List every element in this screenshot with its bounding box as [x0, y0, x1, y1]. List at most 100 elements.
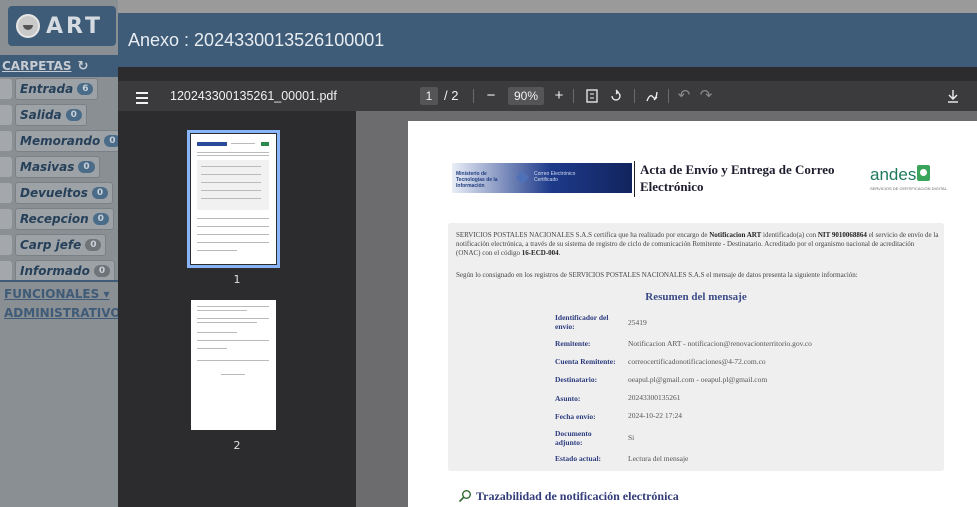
zoom-out-icon[interactable]: − — [484, 81, 498, 111]
folder-memorando[interactable]: Memorando 0 — [0, 128, 118, 154]
folder-tab — [0, 209, 12, 229]
modal-title: Anexo : 2024330013526100001 — [118, 13, 977, 67]
row-label: Destinatario: — [555, 375, 598, 384]
folder-carp-jefe[interactable]: Carp jefe 0 — [0, 232, 118, 258]
menu-icon[interactable] — [136, 81, 148, 111]
andes-logo-text: andes — [870, 165, 917, 184]
folder-label: Devueltos — [20, 186, 88, 200]
fit-page-icon[interactable] — [584, 81, 600, 111]
folder-masivas[interactable]: Masivas 0 — [0, 154, 118, 180]
sidebar-divider — [0, 280, 118, 282]
banner-mid-text: Correo Electrónico Certificado — [534, 171, 576, 183]
folder-tab — [0, 157, 12, 177]
page-thumbnail[interactable] — [191, 300, 276, 430]
annotate-icon[interactable] — [644, 81, 660, 111]
logo-mark-icon — [16, 14, 40, 38]
row-value: Notificacion ART - notificacion@renovaci… — [628, 339, 812, 348]
folder-salida[interactable]: Salida 0 — [0, 102, 118, 128]
intro-end: . — [558, 249, 561, 257]
folder-button[interactable]: Entrada 6 — [15, 78, 99, 100]
folder-recepcion[interactable]: Recepcion 0 — [0, 206, 118, 232]
folder-count-badge: 0 — [85, 239, 102, 251]
pdf-viewer[interactable]: Ministerio de Tecnologías de la Informac… — [356, 111, 977, 507]
folder-tab — [0, 183, 12, 203]
undo-icon[interactable]: ↶ — [676, 81, 692, 111]
folder-tab — [0, 131, 12, 151]
refresh-icon[interactable]: ↻ — [78, 56, 89, 78]
app-logo[interactable]: ART — [8, 6, 116, 46]
carpetas-label: CARPETAS — [2, 59, 72, 73]
intro-company: Notificacion ART — [709, 231, 762, 239]
download-icon[interactable] — [944, 81, 962, 111]
mintic-banner: Ministerio de Tecnologías de la Informac… — [452, 163, 632, 193]
folder-list: Entrada 6 Salida 0 Memorando 0 Masivas 0 — [0, 76, 118, 284]
row-value: Si — [628, 433, 635, 442]
row-value: 2024-10-22 17:24 — [628, 411, 682, 420]
row-value: 20243300135261 — [628, 393, 681, 402]
folder-button[interactable]: Recepcion 0 — [15, 208, 114, 230]
folder-count-badge: 0 — [104, 135, 118, 147]
folder-count-badge: 0 — [65, 109, 82, 121]
menu-funcionales[interactable]: FUNCIONALES ▾ — [4, 287, 109, 301]
menu-funcionales-label: FUNCIONALES — [4, 287, 100, 301]
document-title: Acta de Envío y Entrega de Correo Electr… — [640, 162, 835, 194]
row-value: 25419 — [628, 318, 647, 327]
toolbar-divider — [573, 89, 574, 103]
folder-label: Memorando — [20, 134, 101, 148]
folder-count-badge: 0 — [92, 213, 109, 225]
resumen-title: Resumen del mensaje — [645, 291, 747, 303]
folder-tab — [0, 235, 12, 255]
row-value: correocertificadonotificaciones@4-72.com… — [628, 357, 766, 366]
rotate-icon[interactable] — [608, 81, 624, 111]
summary-box: SERVICIOS POSTALES NACIONALES S.A.S cert… — [448, 223, 944, 471]
row-label: Identificador del envío: — [555, 313, 609, 331]
thumbnail-page-number: 1 — [233, 273, 241, 286]
folder-devueltos[interactable]: Devueltos 0 — [0, 180, 118, 206]
toolbar-divider — [473, 89, 474, 103]
logo-text: ART — [46, 13, 103, 39]
row-value: oeapul.pl@gmail.com - oeapul.pl@gmail.co… — [628, 375, 768, 384]
pdf-toolbar: 120243300135261_00001.pdf 1 / 2 − 90% + … — [118, 81, 977, 111]
folder-label: Salida — [20, 108, 62, 122]
folder-button[interactable]: Devueltos 0 — [15, 182, 114, 204]
folder-tab — [0, 105, 12, 125]
andes-logo: andes — [870, 165, 931, 185]
folder-button[interactable]: Salida 0 — [15, 104, 87, 126]
folder-entrada[interactable]: Entrada 6 — [0, 76, 118, 102]
redo-icon[interactable]: ↷ — [698, 81, 714, 111]
folder-tab — [0, 261, 12, 281]
menu-administrativos-label: ADMINISTRATIVOS — [4, 306, 118, 320]
row-value: Lectura del mensaje — [628, 454, 689, 463]
search-icon — [458, 490, 471, 503]
folder-button[interactable]: Memorando 0 — [15, 130, 118, 152]
menu-administrativos[interactable]: ADMINISTRATIVOS — [4, 306, 118, 320]
pdf-filename: 120243300135261_00001.pdf — [170, 89, 337, 103]
thumbnail-pane: 1 2 — [118, 111, 356, 507]
page-total: / 2 — [444, 88, 459, 103]
attachment-modal: Anexo : 2024330013526100001 120243300135… — [118, 13, 977, 507]
page-thumbnail[interactable] — [187, 130, 280, 268]
folder-label: Informado — [20, 264, 90, 278]
row-label: Estado actual: — [555, 454, 602, 463]
pdf-page: Ministerio de Tecnologías de la Informac… — [408, 121, 977, 507]
folder-label: Entrada — [20, 82, 74, 96]
andes-logo-subtitle: SERVICIOS DE CERTIFICACIÓN DIGITAL — [870, 186, 947, 191]
folder-count-badge: 0 — [91, 187, 109, 199]
row-label: Remitente: — [555, 339, 591, 348]
page-number-input[interactable]: 1 — [420, 87, 438, 105]
row-label: Documento adjunto: — [555, 429, 592, 447]
zoom-input[interactable]: 90% — [508, 87, 544, 105]
zoom-in-icon[interactable]: + — [552, 81, 566, 111]
folder-label: Masivas — [20, 160, 75, 174]
folder-count-badge: 0 — [78, 161, 95, 173]
header-divider — [634, 161, 635, 197]
folder-label: Recepcion — [20, 212, 89, 226]
row-label: Fecha envío: — [555, 412, 596, 421]
trazabilidad-title: Trazabilidad de notificación electrónica — [476, 489, 679, 503]
folder-button[interactable]: Masivas 0 — [15, 156, 100, 178]
folder-count-badge: 0 — [93, 265, 111, 277]
folder-button[interactable]: Informado 0 — [15, 260, 116, 282]
carpetas-header[interactable]: CARPETAS ↻ — [0, 55, 118, 77]
intro-nit: NIT 9010068864 — [817, 231, 867, 239]
folder-button[interactable]: Carp jefe 0 — [15, 234, 107, 256]
